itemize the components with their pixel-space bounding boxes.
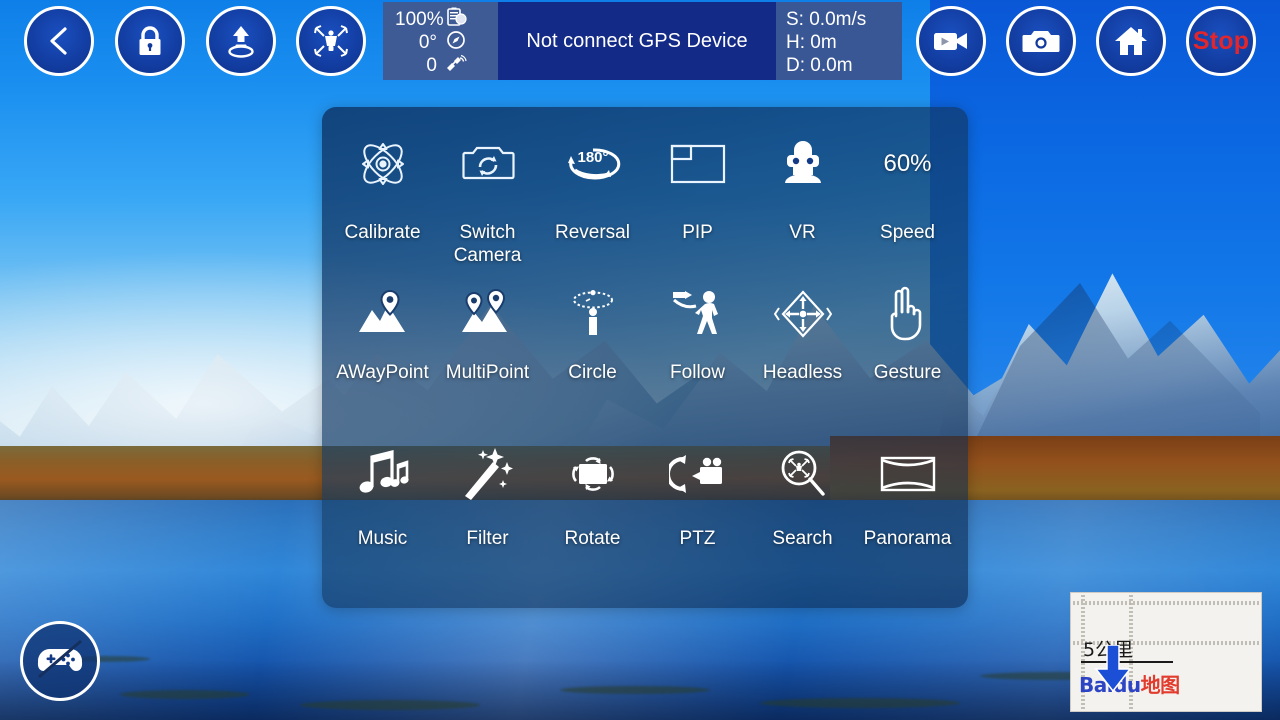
menu-item-label: Headless [762, 362, 843, 383]
speed-percent-icon: 60% [883, 133, 931, 195]
menu-item-label: Calibrate [344, 222, 421, 243]
lake-weed [300, 700, 480, 710]
function-menu-panel: Calibrate Switch Camera 180° Reversal PI… [322, 107, 968, 608]
satellite-count-value: 0 [426, 55, 437, 76]
follow-me-person-icon [667, 283, 729, 345]
menu-item-label: AWayPoint [336, 362, 429, 383]
switch-camera-icon [461, 133, 515, 195]
height-value: H: 0m [786, 32, 837, 53]
lock-icon [134, 24, 166, 58]
menu-item-label: Switch Camera [453, 222, 522, 266]
menu-item-label: Speed [880, 222, 935, 243]
lake-weed [760, 698, 960, 708]
drone-button[interactable] [296, 6, 366, 76]
lock-button[interactable] [115, 6, 185, 76]
record-video-button[interactable] [916, 6, 986, 76]
stop-text-icon: Stop [1192, 26, 1250, 55]
headless-compass-icon [773, 283, 832, 345]
menu-item-label: Reversal [555, 222, 630, 243]
menu-item-label: Gesture [873, 362, 942, 383]
back-button[interactable] [24, 6, 94, 76]
menu-item-gesture[interactable]: Gesture [855, 269, 960, 429]
menu-item-label: PIP [682, 222, 713, 243]
circle-orbit-person-icon [564, 283, 622, 345]
status-flight-panel: 100% 0° 0 [383, 2, 498, 80]
ptz-camera-icon [668, 443, 727, 505]
multipoint-map-icon [459, 283, 517, 345]
menu-item-calibrate[interactable]: Calibrate [330, 119, 435, 269]
top-toolbar: 100% 0° 0 Not connect GPS Device S: 0.0m… [0, 0, 1280, 82]
menu-item-label: MultiPoint [445, 362, 530, 383]
map-cursor-arrow-icon [1093, 644, 1139, 698]
app-root: 100% 0° 0 Not connect GPS Device S: 0.0m… [0, 0, 1280, 720]
menu-item-label: Rotate [564, 528, 621, 549]
flight-stats: 100% 0° 0 [395, 7, 467, 79]
picture-in-picture-icon [670, 133, 726, 195]
drone-icon [311, 22, 351, 60]
menu-item-music[interactable]: Music [330, 429, 435, 579]
satellite-icon [445, 53, 467, 79]
distance-value: D: 0.0m [786, 55, 853, 76]
menu-item-label: Filter [466, 528, 509, 549]
menu-item-multipoint[interactable]: MultiPoint [435, 269, 540, 429]
gamepad-disabled-icon [35, 637, 85, 686]
menu-item-label: Music [357, 528, 408, 549]
menu-item-label: Circle [568, 362, 617, 383]
menu-item-speed[interactable]: 60% Speed [855, 119, 960, 269]
menu-item-pip[interactable]: PIP [645, 119, 750, 269]
hand-gesture-icon [882, 283, 934, 345]
menu-item-label: Panorama [863, 528, 952, 549]
menu-item-ptz[interactable]: PTZ [645, 429, 750, 579]
reversal-180-icon: 180° [563, 133, 623, 195]
menu-item-label: PTZ [679, 528, 716, 549]
menu-item-label: Follow [670, 362, 725, 383]
virtual-joystick-toggle[interactable] [20, 621, 100, 701]
chevron-left-icon [42, 24, 76, 58]
menu-item-panorama[interactable]: Panorama [855, 429, 960, 579]
battery-value: 100% [395, 9, 444, 30]
minimap-provider-suffix: 地图 [1140, 673, 1181, 697]
rotate-image-icon [564, 443, 622, 505]
panorama-icon [879, 443, 937, 505]
menu-item-label: VR [789, 222, 816, 243]
telemetry-values: S: 0.0m/s H: 0m D: 0.0m [786, 8, 866, 77]
menu-item-rotate[interactable]: Rotate [540, 429, 645, 579]
video-camera-icon [932, 28, 970, 54]
menu-item-label: Search [772, 528, 833, 549]
takeoff-button[interactable] [206, 6, 276, 76]
menu-item-circle[interactable]: Circle [540, 269, 645, 429]
menu-item-reversal[interactable]: 180° Reversal [540, 119, 645, 269]
speed-percent-value: 60% [883, 150, 932, 177]
menu-item-follow[interactable]: Follow [645, 269, 750, 429]
photo-camera-icon [1022, 27, 1060, 55]
lake-weed [120, 690, 250, 699]
vr-headset-icon [779, 133, 827, 195]
svg-text:180°: 180° [577, 149, 608, 166]
stop-button[interactable]: Stop [1186, 6, 1256, 76]
magic-wand-icon [459, 443, 517, 505]
menu-item-switch-camera[interactable]: Switch Camera [435, 119, 540, 269]
status-gps-message-panel: Not connect GPS Device [498, 2, 776, 80]
music-notes-icon [356, 443, 410, 505]
menu-item-search[interactable]: Search [750, 429, 855, 579]
speed-value: S: 0.0m/s [786, 9, 867, 30]
function-menu-grid: Calibrate Switch Camera 180° Reversal PI… [322, 107, 968, 608]
home-icon [1113, 24, 1149, 58]
gps-message: Not connect GPS Device [526, 29, 748, 52]
takeoff-arrow-icon [222, 23, 260, 59]
minimap[interactable]: 5公里 Baidu地图 [1070, 592, 1262, 712]
heading-value: 0° [418, 32, 437, 53]
menu-item-headless[interactable]: Headless [750, 269, 855, 429]
menu-item-vr[interactable]: VR [750, 119, 855, 269]
lake-weed [560, 686, 710, 694]
waypoint-map-icon [355, 283, 411, 345]
find-drone-icon [775, 443, 831, 505]
calibrate-icon [354, 133, 412, 195]
menu-item-filter[interactable]: Filter [435, 429, 540, 579]
return-home-button[interactable] [1096, 6, 1166, 76]
take-photo-button[interactable] [1006, 6, 1076, 76]
status-telemetry-panel: S: 0.0m/s H: 0m D: 0.0m [776, 2, 902, 80]
menu-item-awaypoint[interactable]: AWayPoint [330, 269, 435, 429]
